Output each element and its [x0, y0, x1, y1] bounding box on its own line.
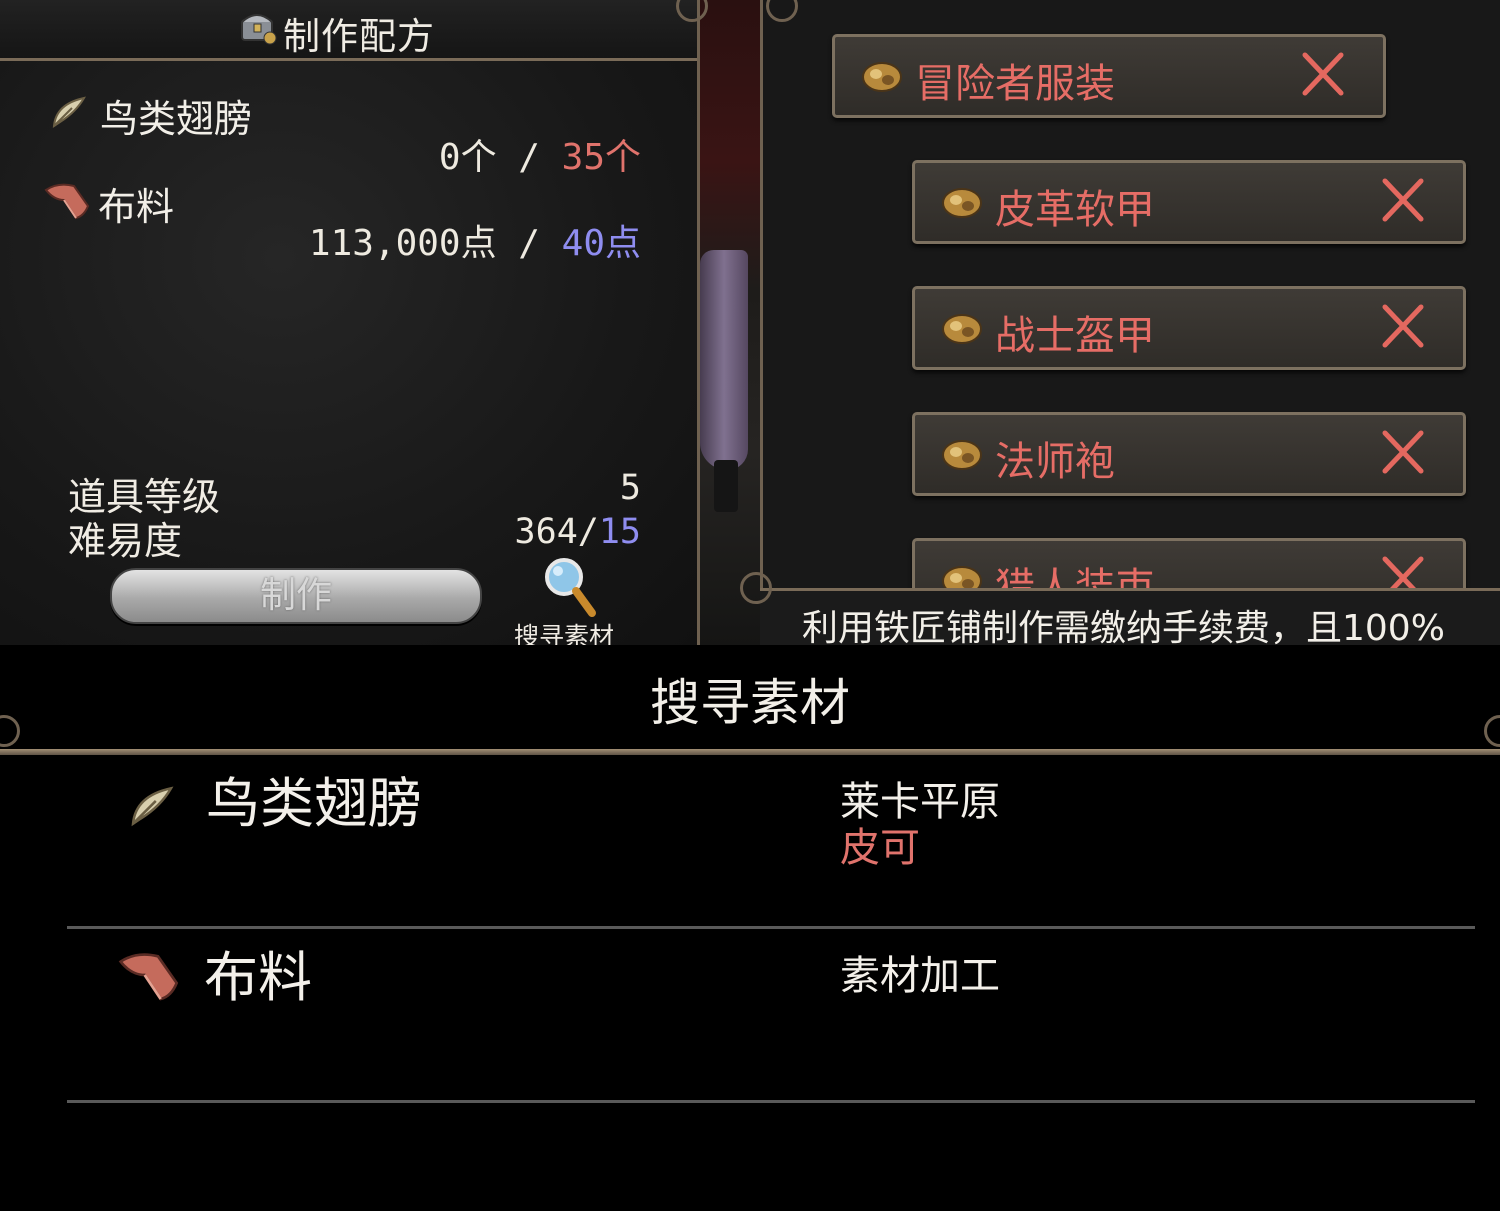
armor-bundle-icon [942, 188, 982, 218]
difficulty-required: 15 [598, 512, 641, 552]
cloth-icon [118, 953, 179, 1001]
search-materials-label: 搜寻素材 [514, 622, 615, 645]
difficulty-value: 364/15 [515, 512, 641, 552]
feather-icon [52, 96, 86, 128]
search-materials-panel: 搜寻素材 鸟类翅膀 莱卡平原 皮可 布料 素材加工 [0, 645, 1500, 1211]
quantity-have: 0个 [438, 137, 497, 178]
material-name[interactable]: 布料 [204, 933, 312, 1012]
fee-notice-bar: 利用铁匠铺制作需缴纳手续费，且100% [760, 588, 1500, 645]
recipe-label: 战士盔甲 [995, 313, 1155, 359]
quantity-have: 113,000点 [308, 223, 497, 264]
close-icon[interactable] [1301, 49, 1345, 99]
item-level-value: 5 [619, 468, 641, 508]
fee-notice-text: 利用铁匠铺制作需缴纳手续费，且100% [802, 608, 1445, 645]
close-icon[interactable] [1381, 301, 1425, 351]
panel-titlebar: 制作配方 [0, 0, 697, 61]
search-panel-title: 搜寻素材 [650, 674, 850, 732]
recipe-item[interactable]: 法师袍 [912, 412, 1466, 496]
feather-icon [131, 786, 174, 827]
close-icon[interactable] [1381, 175, 1425, 225]
difficulty-current: 364/ [514, 512, 599, 552]
material-quantity: 113,000点 / 40点 [309, 214, 641, 266]
quantity-separator: / [496, 223, 562, 264]
armor-bundle-icon [942, 440, 982, 470]
panel-title: 制作配方 [283, 15, 435, 58]
material-name[interactable]: 鸟类翅膀 [206, 759, 422, 838]
recipe-label: 法师袍 [995, 439, 1115, 485]
armor-bundle-icon [942, 314, 982, 344]
material-name: 布料 [98, 185, 175, 229]
character-hair [700, 250, 748, 470]
difficulty-label: 难易度 [68, 519, 183, 563]
row-divider [67, 926, 1475, 929]
recipe-label: 皮革软甲 [995, 187, 1155, 233]
magnifier-icon [545, 558, 596, 617]
recipe-item[interactable]: 冒险者服装 [832, 34, 1386, 118]
quantity-separator: / [496, 137, 562, 178]
search-materials-button[interactable]: 搜寻素材 [508, 555, 638, 645]
recipe-label: 冒险者服装 [915, 61, 1115, 107]
title-divider [0, 749, 1500, 755]
location-link[interactable]: 素材加工 [840, 943, 1000, 1001]
treasure-chest-icon [241, 14, 277, 45]
armor-bundle-icon [862, 62, 902, 92]
recipe-item[interactable]: 皮革软甲 [912, 160, 1466, 244]
quantity-need: 40点 [561, 223, 641, 264]
material-quantity: 0个 / 35个 [439, 128, 641, 180]
make-button[interactable]: 制作 [110, 568, 482, 624]
crafting-recipe-panel: 制作配方 鸟类翅膀 0个 / 35个 布料 113,000点 / 40点 道具等… [0, 0, 700, 645]
character-boot [714, 460, 738, 512]
quantity-need: 35个 [561, 137, 641, 178]
material-name: 鸟类翅膀 [100, 97, 253, 141]
frame-ornament [740, 572, 772, 604]
row-divider [67, 1100, 1475, 1103]
close-icon[interactable] [1381, 427, 1425, 477]
recipe-item[interactable]: 战士盔甲 [912, 286, 1466, 370]
location-link[interactable]: 皮可 [840, 815, 920, 873]
game-screenshot: 制作配方 鸟类翅膀 0个 / 35个 布料 113,000点 / 40点 道具等… [0, 0, 1500, 645]
cloth-icon [44, 183, 90, 220]
